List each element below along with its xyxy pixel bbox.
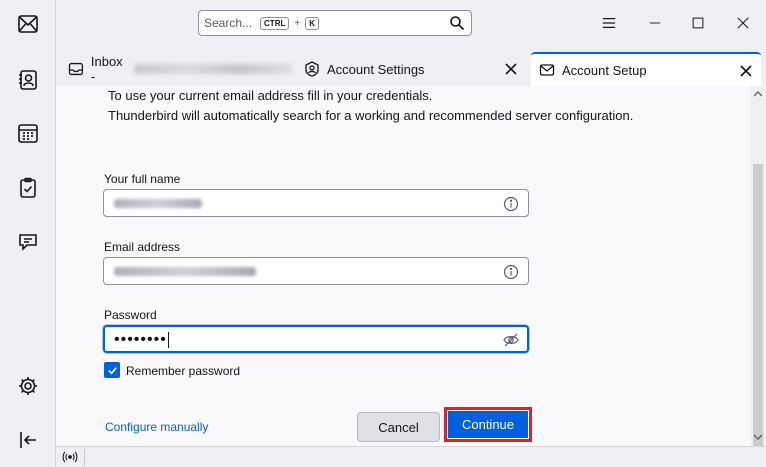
remember-password-label[interactable]: Remember password bbox=[126, 364, 240, 378]
maximize-icon[interactable] bbox=[689, 14, 707, 32]
blurred-name-value bbox=[114, 199, 202, 208]
blurred-account-email bbox=[134, 64, 293, 74]
shortcut-key-k: K bbox=[305, 16, 319, 30]
address-book-icon[interactable] bbox=[12, 64, 44, 96]
email-label: Email address bbox=[104, 240, 181, 254]
status-divider bbox=[84, 449, 85, 466]
info-icon[interactable] bbox=[503, 264, 519, 280]
full-name-label: Your full name bbox=[104, 172, 181, 186]
chat-icon[interactable] bbox=[12, 226, 44, 258]
tasks-icon[interactable] bbox=[12, 172, 44, 204]
account-setup-form: To use your current email address fill i… bbox=[56, 86, 750, 446]
menu-icon[interactable] bbox=[600, 14, 618, 32]
blurred-email-value bbox=[114, 267, 256, 276]
password-value: •••••••• bbox=[114, 331, 169, 348]
window-close-icon[interactable] bbox=[734, 14, 752, 32]
password-label: Password bbox=[104, 308, 157, 322]
collapse-left-icon[interactable] bbox=[12, 424, 44, 456]
shortcut-key-ctrl: CTRL bbox=[260, 16, 290, 30]
inbox-icon bbox=[68, 62, 84, 76]
thunderbird-window: Search... CTRL + K Inbox - Account Setti… bbox=[0, 0, 766, 467]
gear-icon[interactable] bbox=[12, 370, 44, 402]
cancel-button[interactable]: Cancel bbox=[357, 412, 440, 442]
vertical-scrollbar[interactable] bbox=[750, 86, 766, 446]
search-icon[interactable] bbox=[449, 15, 465, 31]
password-field[interactable]: •••••••• bbox=[103, 325, 529, 353]
checkmark-icon bbox=[107, 366, 117, 374]
tab-account-settings[interactable]: Account Settings bbox=[304, 52, 524, 86]
continue-highlight-box: Continue bbox=[444, 407, 532, 442]
search-input[interactable]: Search... CTRL + K bbox=[198, 10, 472, 36]
tab-inbox-label: Inbox - bbox=[90, 54, 123, 84]
tab-account-settings-label: Account Settings bbox=[327, 61, 425, 77]
gear-badge-icon bbox=[305, 61, 319, 77]
title-bar: Search... CTRL + K bbox=[56, 0, 766, 46]
status-bar bbox=[56, 446, 766, 467]
search-placeholder: Search... bbox=[204, 16, 253, 30]
tab-close-icon[interactable] bbox=[504, 62, 518, 76]
info-icon[interactable] bbox=[503, 196, 519, 212]
remember-password-checkbox[interactable] bbox=[104, 362, 120, 378]
configure-manually-link[interactable]: Configure manually bbox=[105, 420, 208, 434]
full-name-field[interactable] bbox=[103, 189, 529, 217]
tab-account-setup-label: Account Setup bbox=[562, 62, 647, 78]
email-field[interactable] bbox=[103, 257, 529, 285]
intro-text-line2: Thunderbird will automatically search fo… bbox=[108, 108, 634, 123]
spaces-toolbar bbox=[0, 0, 56, 467]
tab-close-icon[interactable] bbox=[739, 64, 753, 78]
mail-icon[interactable] bbox=[12, 8, 44, 40]
scroll-up-icon[interactable] bbox=[754, 90, 762, 98]
continue-button[interactable]: Continue bbox=[447, 410, 529, 439]
intro-text-line1: To use your current email address fill i… bbox=[108, 88, 433, 103]
minimize-icon[interactable] bbox=[646, 14, 664, 32]
tab-account-setup[interactable]: Account Setup bbox=[531, 52, 761, 86]
online-status-icon[interactable] bbox=[62, 450, 78, 464]
eye-hidden-icon[interactable] bbox=[503, 332, 519, 348]
scroll-down-icon[interactable] bbox=[754, 433, 762, 441]
mail-setup-icon bbox=[539, 64, 555, 76]
scrollbar-thumb[interactable] bbox=[753, 164, 763, 446]
tab-inbox[interactable]: Inbox - bbox=[68, 52, 293, 86]
tab-bar: Inbox - Account Settings Account Setup bbox=[56, 46, 766, 86]
calendar-icon[interactable] bbox=[12, 117, 44, 149]
shortcut-plus: + bbox=[294, 17, 301, 29]
